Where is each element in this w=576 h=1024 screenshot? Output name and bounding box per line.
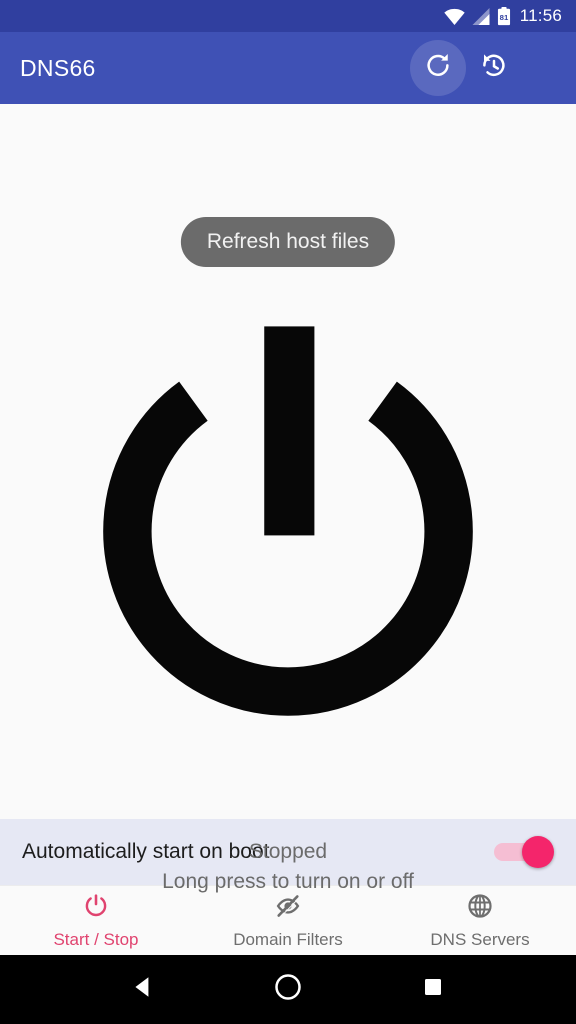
tab-domain-filters[interactable]: Domain Filters <box>192 892 384 949</box>
history-icon <box>479 51 509 86</box>
toggle-thumb <box>522 836 554 868</box>
service-status-text: Stopped <box>248 840 328 863</box>
back-triangle-icon <box>130 974 156 1005</box>
recents-square-icon <box>421 975 445 1004</box>
tooltip: Refresh host files <box>180 217 396 267</box>
cell-signal-icon <box>472 7 490 25</box>
overflow-menu-button[interactable] <box>522 40 562 96</box>
home-circle-icon <box>273 972 303 1007</box>
battery-icon: 81 <box>497 6 511 26</box>
tab-label-domain-filters: Domain Filters <box>233 930 343 949</box>
recents-button[interactable] <box>403 960 463 1020</box>
service-status-block: Stopped Long press to turn on or off <box>0 837 576 897</box>
app-title: DNS66 <box>20 54 96 81</box>
status-bar-clock: 11:56 <box>519 6 562 25</box>
tab-label-dns-servers: DNS Servers <box>430 930 530 949</box>
home-button[interactable] <box>258 960 318 1020</box>
status-bar: 81 11:56 <box>0 0 576 32</box>
tab-dns-servers[interactable]: DNS Servers <box>384 892 576 949</box>
phone-screen: 81 11:56 DNS66 Refresh host files Stoppe… <box>0 0 576 1024</box>
tab-start-stop[interactable]: Start / Stop <box>0 892 192 949</box>
battery-level-text: 81 <box>499 12 508 21</box>
android-nav-bar <box>0 955 576 1024</box>
wifi-icon <box>444 8 465 25</box>
service-hint-text: Long press to turn on or off <box>162 870 414 893</box>
tab-label-start-stop: Start / Stop <box>53 930 139 949</box>
history-button[interactable] <box>466 40 522 96</box>
power-icon <box>68 311 508 756</box>
back-button[interactable] <box>113 960 173 1020</box>
auto-start-toggle[interactable] <box>494 835 554 869</box>
refresh-button[interactable] <box>410 40 466 96</box>
power-toggle-button[interactable] <box>68 313 508 753</box>
app-bar: DNS66 <box>0 32 576 104</box>
main-content: Refresh host files Stopped Long press to… <box>0 104 576 893</box>
refresh-icon <box>423 51 453 86</box>
